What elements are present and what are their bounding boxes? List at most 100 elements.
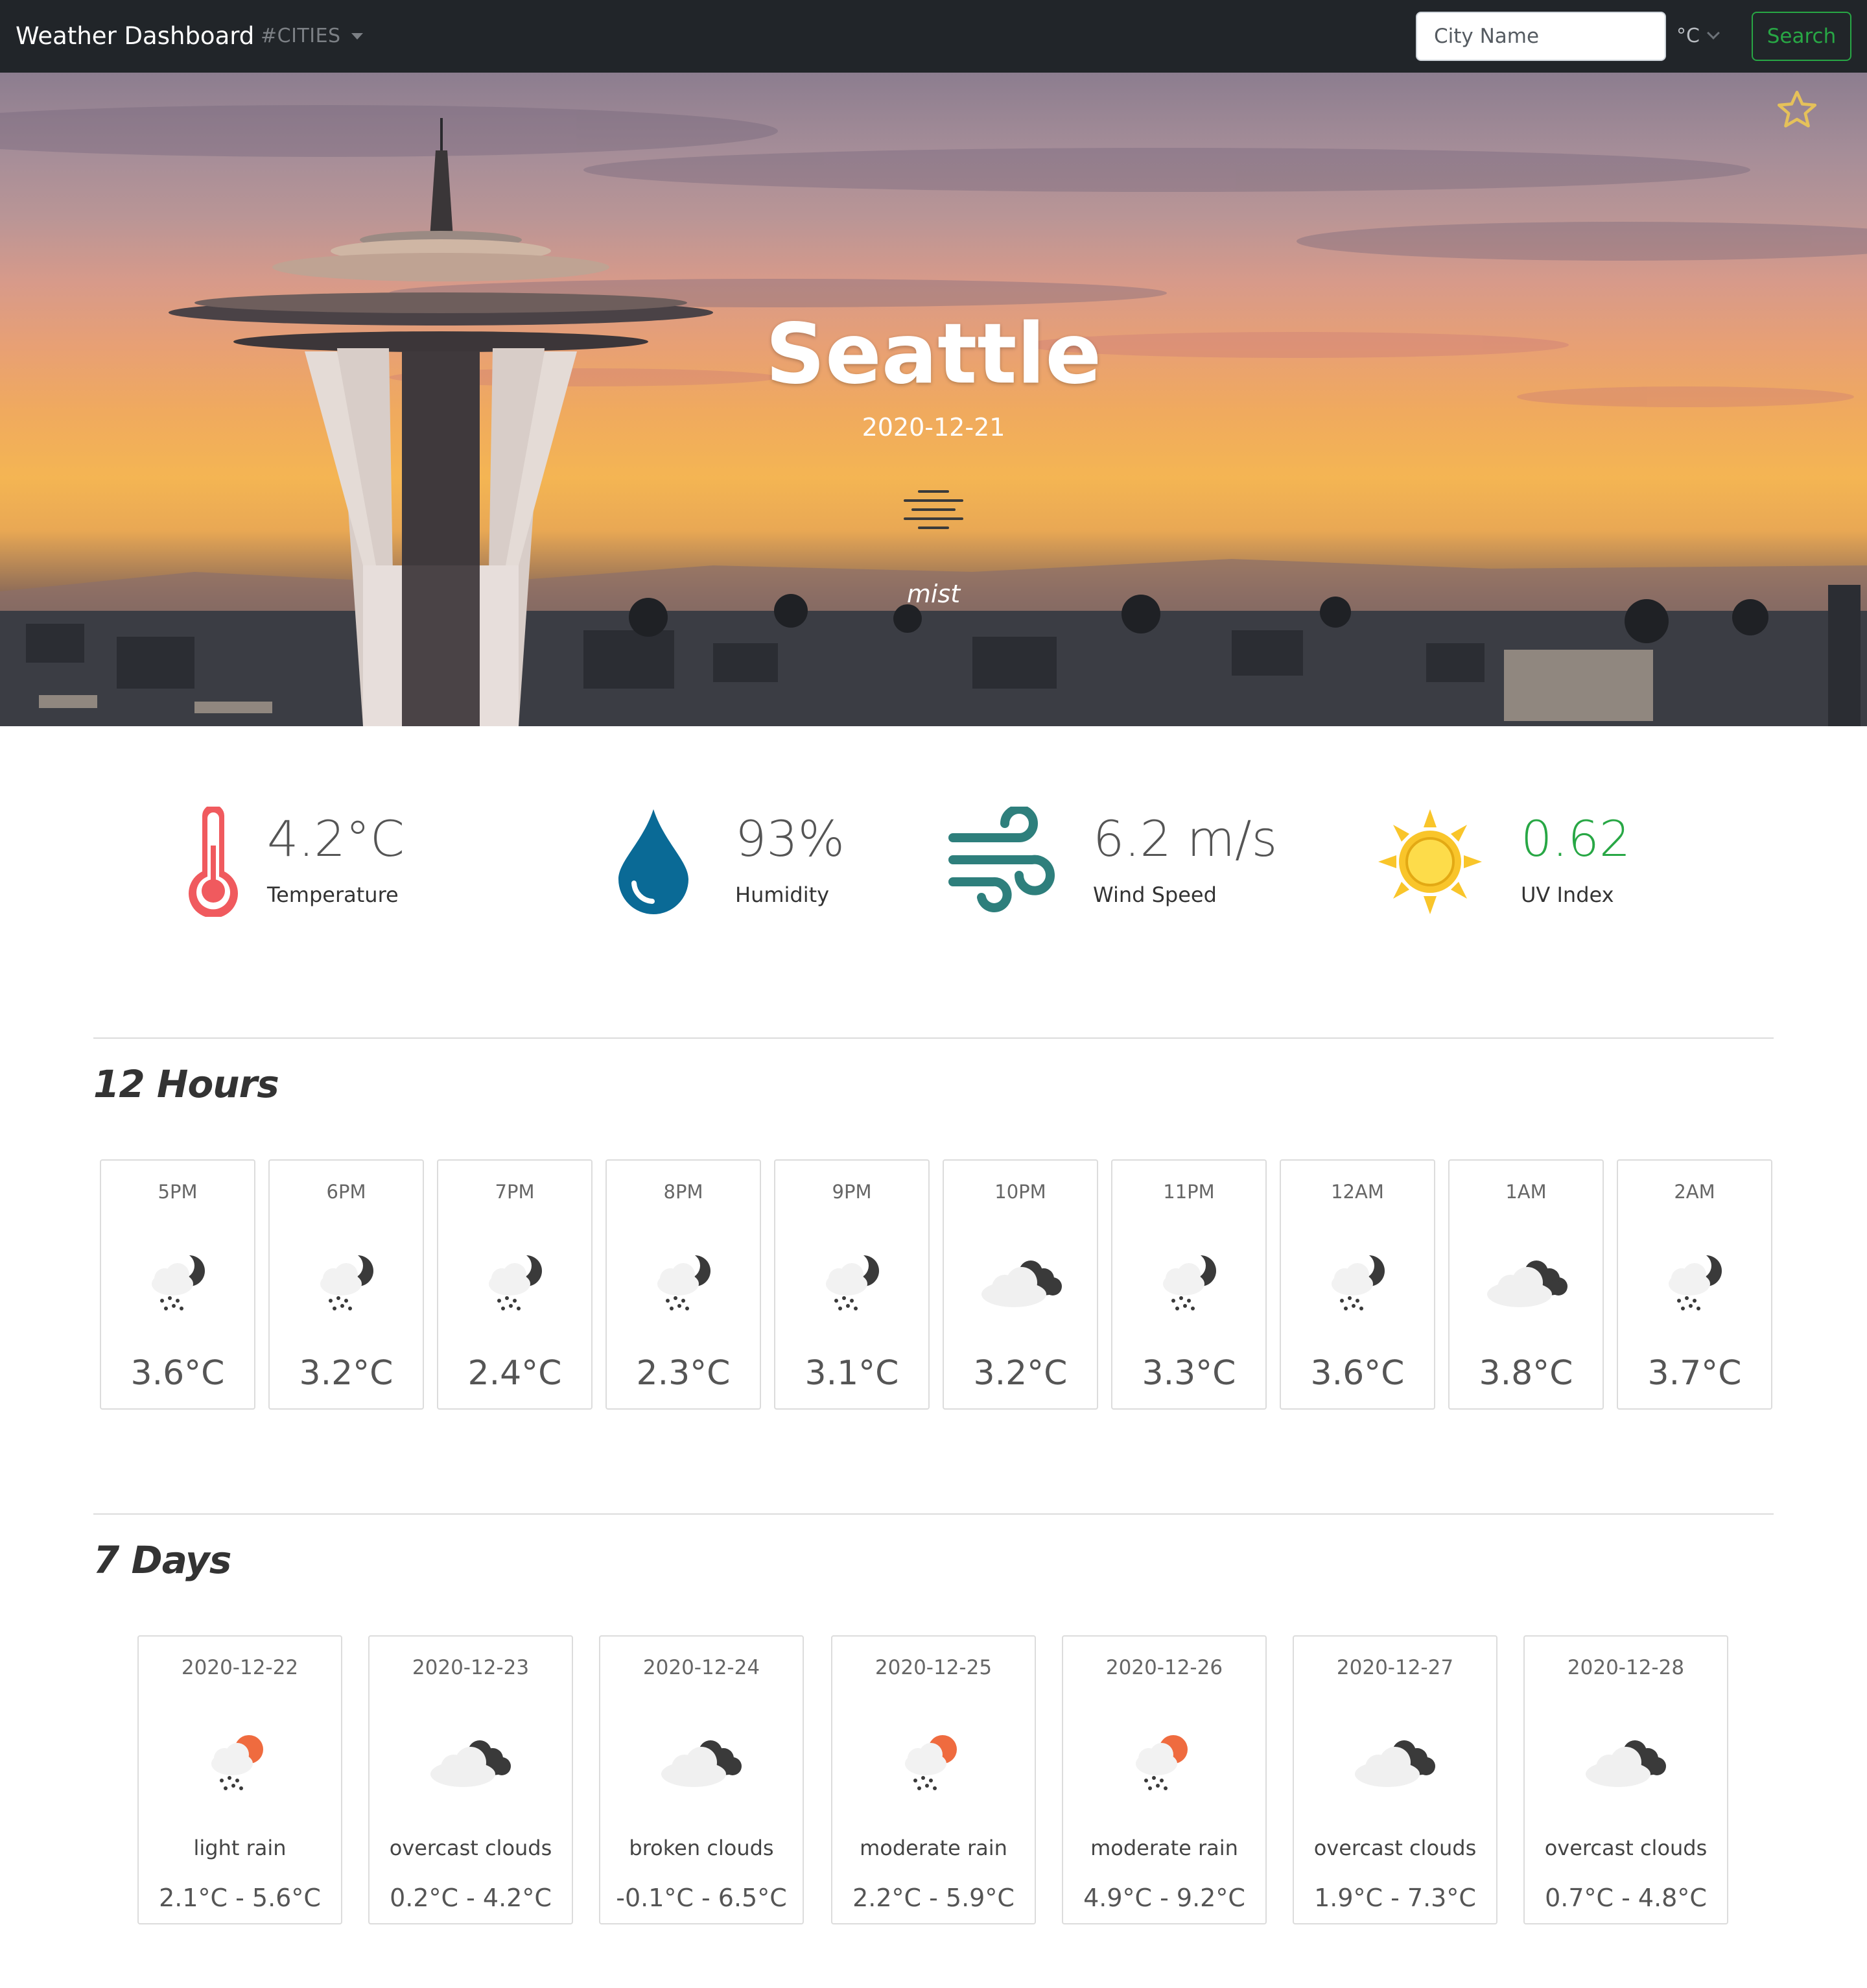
- thermometer-icon: [189, 807, 238, 917]
- hourly-temp: 3.2°C: [299, 1354, 393, 1393]
- night-rain-icon: [817, 1248, 889, 1323]
- water-drop-icon: [618, 809, 688, 914]
- cities-dropdown-label: #CITIES: [261, 25, 341, 47]
- cities-dropdown[interactable]: #CITIES: [261, 22, 363, 51]
- hourly-time: 10PM: [994, 1181, 1046, 1203]
- hourly-card: 11PM 3.3°C: [1111, 1159, 1267, 1410]
- daily-temp-range: 1.9°C - 7.3°C: [1314, 1884, 1476, 1912]
- city-search-input[interactable]: [1416, 12, 1666, 61]
- uv-index-value: 0.62: [1521, 810, 1631, 868]
- overcast-clouds-icon: [976, 1248, 1067, 1323]
- hourly-card: 7PM 2.4°C: [437, 1159, 593, 1410]
- current-date: 2020-12-21: [862, 413, 1005, 442]
- hourly-section-title: 12 Hours: [93, 1062, 279, 1106]
- hero-banner: Seattle 2020-12-21 mist: [0, 73, 1867, 726]
- wind-speed-label: Wind Speed: [1093, 882, 1217, 907]
- daily-description: overcast clouds: [389, 1836, 552, 1860]
- hourly-temp: 3.8°C: [1479, 1354, 1573, 1393]
- navbar: Weather Dashboard #CITIES °C Search: [0, 0, 1867, 73]
- daily-date: 2020-12-25: [875, 1656, 992, 1679]
- unit-select-value: °C: [1676, 24, 1700, 47]
- hourly-temp: 3.6°C: [1310, 1354, 1405, 1393]
- hourly-temp: 2.4°C: [467, 1354, 562, 1393]
- daily-temp-range: 2.1°C - 5.6°C: [159, 1884, 321, 1912]
- hourly-time: 6PM: [326, 1181, 366, 1203]
- sun-icon: [1378, 809, 1482, 914]
- hourly-time: 8PM: [663, 1181, 703, 1203]
- daily-date: 2020-12-24: [642, 1656, 760, 1679]
- humidity-label: Humidity: [735, 882, 830, 907]
- hourly-time: 5PM: [158, 1181, 198, 1203]
- daily-card: 2020-12-27 overcast clouds 1.9°C - 7.3°C: [1293, 1635, 1497, 1924]
- hourly-card: 10PM 3.2°C: [943, 1159, 1098, 1410]
- hourly-time: 1AM: [1505, 1181, 1547, 1203]
- section-divider: [93, 1037, 1774, 1039]
- section-divider: [93, 1513, 1774, 1515]
- unit-select[interactable]: °C: [1676, 19, 1720, 52]
- night-rain-icon: [1660, 1248, 1732, 1323]
- overcast-clouds-icon: [1350, 1727, 1440, 1803]
- hourly-card: 6PM 3.2°C: [268, 1159, 424, 1410]
- hourly-time: 9PM: [832, 1181, 872, 1203]
- hourly-time: 7PM: [495, 1181, 535, 1203]
- daily-description: light rain: [193, 1836, 287, 1860]
- city-title: Seattle: [765, 306, 1102, 403]
- day-rain-icon: [896, 1727, 969, 1803]
- day-rain-icon: [1127, 1727, 1199, 1803]
- hourly-card: 2AM 3.7°C: [1617, 1159, 1772, 1410]
- daily-description: overcast clouds: [1544, 1836, 1708, 1860]
- uv-index-label: UV Index: [1521, 882, 1614, 907]
- weather-description: mist: [906, 580, 961, 608]
- search-button[interactable]: Search: [1752, 12, 1851, 61]
- temperature-value: 4.2°C: [267, 810, 405, 868]
- daily-temp-range: 2.2°C - 5.9°C: [852, 1884, 1015, 1912]
- wind-speed-value: 6.2 m/s: [1093, 810, 1278, 868]
- mist-icon: [904, 490, 963, 529]
- hourly-temp: 2.3°C: [636, 1354, 731, 1393]
- temperature-label: Temperature: [267, 882, 399, 907]
- hourly-temp: 3.1°C: [804, 1354, 899, 1393]
- daily-temp-range: 0.2°C - 4.2°C: [390, 1884, 552, 1912]
- night-rain-icon: [1154, 1248, 1227, 1323]
- night-rain-icon: [648, 1248, 721, 1323]
- daily-card: 2020-12-26 moderate rain 4.9°C - 9.2°C: [1062, 1635, 1267, 1924]
- hourly-card: 12AM 3.6°C: [1280, 1159, 1435, 1410]
- hourly-temp: 3.3°C: [1142, 1354, 1236, 1393]
- daily-date: 2020-12-28: [1567, 1656, 1685, 1679]
- favorite-button[interactable]: [1772, 86, 1822, 135]
- daily-description: moderate rain: [860, 1836, 1007, 1860]
- wind-icon: [948, 807, 1055, 912]
- hourly-card: 9PM 3.1°C: [774, 1159, 930, 1410]
- daily-temp-range: 0.7°C - 4.8°C: [1545, 1884, 1707, 1912]
- hourly-time: 11PM: [1163, 1181, 1215, 1203]
- daily-card: 2020-12-28 overcast clouds 0.7°C - 4.8°C: [1523, 1635, 1728, 1924]
- hourly-card: 1AM 3.8°C: [1448, 1159, 1604, 1410]
- daily-card: 2020-12-24 broken clouds -0.1°C - 6.5°C: [599, 1635, 804, 1924]
- daily-temp-range: -0.1°C - 6.5°C: [616, 1884, 787, 1912]
- overcast-clouds-icon: [1580, 1727, 1671, 1803]
- brand-title[interactable]: Weather Dashboard: [16, 19, 254, 53]
- hourly-temp: 3.2°C: [973, 1354, 1068, 1393]
- night-rain-icon: [480, 1248, 552, 1323]
- hourly-time: 12AM: [1331, 1181, 1384, 1203]
- daily-card: 2020-12-25 moderate rain 2.2°C - 5.9°C: [831, 1635, 1036, 1924]
- night-rain-icon: [1322, 1248, 1395, 1323]
- day-rain-icon: [202, 1727, 275, 1803]
- daily-date: 2020-12-23: [412, 1656, 530, 1679]
- hourly-card: 5PM 3.6°C: [100, 1159, 255, 1410]
- caret-down-icon: [351, 33, 363, 40]
- daily-date: 2020-12-22: [181, 1656, 299, 1679]
- night-rain-icon: [311, 1248, 384, 1323]
- overcast-clouds-icon: [656, 1727, 747, 1803]
- overcast-clouds-icon: [1482, 1248, 1573, 1323]
- hourly-time: 2AM: [1674, 1181, 1715, 1203]
- hourly-card: 8PM 2.3°C: [605, 1159, 761, 1410]
- daily-description: moderate rain: [1090, 1836, 1238, 1860]
- daily-description: broken clouds: [629, 1836, 774, 1860]
- star-outline-icon: [1777, 90, 1817, 128]
- hourly-temp: 3.7°C: [1647, 1354, 1742, 1393]
- daily-card: 2020-12-22 light rain 2.1°C - 5.6°C: [137, 1635, 342, 1924]
- daily-date: 2020-12-26: [1105, 1656, 1223, 1679]
- overcast-clouds-icon: [425, 1727, 516, 1803]
- daily-description: overcast clouds: [1313, 1836, 1477, 1860]
